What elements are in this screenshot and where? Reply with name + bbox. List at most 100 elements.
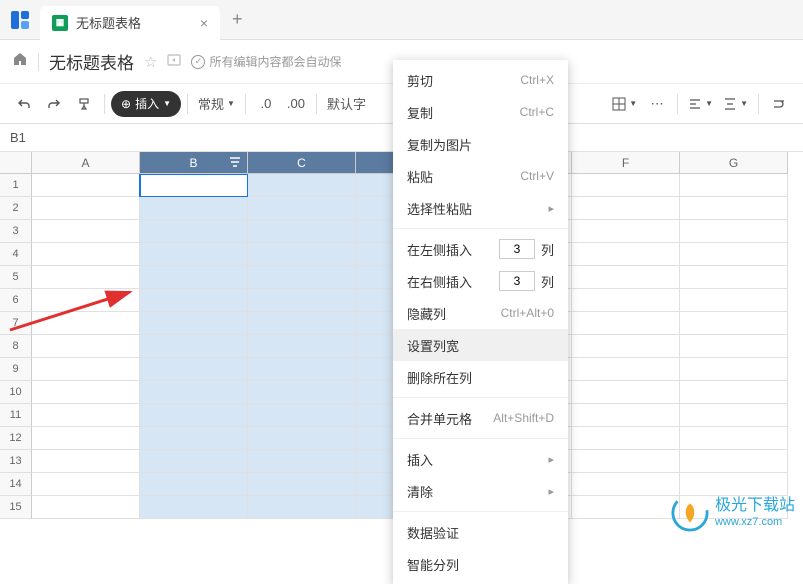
cm-set-column-width[interactable]: 设置列宽 [393, 329, 568, 361]
cell[interactable] [140, 266, 248, 289]
cell[interactable] [572, 358, 680, 381]
cell[interactable] [572, 496, 680, 519]
cell[interactable] [32, 243, 140, 266]
cm-smart-split[interactable]: 智能分列 [393, 548, 568, 580]
cell[interactable] [680, 312, 788, 335]
cm-copy-as-image[interactable]: 复制为图片 [393, 128, 568, 160]
cell[interactable] [248, 266, 356, 289]
row-header[interactable]: 15 [0, 496, 32, 519]
tab-active[interactable]: ▦ 无标题表格 × [40, 6, 220, 40]
column-header[interactable]: C [248, 152, 356, 174]
increase-decimal-button[interactable]: .00 [282, 90, 310, 118]
cell[interactable] [248, 312, 356, 335]
font-dropdown[interactable]: 默认字 [323, 90, 370, 118]
cell[interactable] [572, 473, 680, 496]
cell[interactable] [572, 197, 680, 220]
cell[interactable] [32, 312, 140, 335]
insert-left-count-input[interactable] [499, 239, 535, 259]
cell[interactable] [572, 266, 680, 289]
star-icon[interactable]: ☆ [144, 53, 157, 71]
cell[interactable] [248, 289, 356, 312]
row-header[interactable]: 4 [0, 243, 32, 266]
cell[interactable] [572, 450, 680, 473]
column-header[interactable]: B [140, 152, 248, 174]
home-icon[interactable] [12, 51, 28, 72]
row-header[interactable]: 2 [0, 197, 32, 220]
cell[interactable] [32, 473, 140, 496]
cell[interactable] [32, 427, 140, 450]
column-header[interactable]: A [32, 152, 140, 174]
undo-button[interactable] [10, 90, 38, 118]
cm-paste[interactable]: 粘贴 Ctrl+V [393, 160, 568, 192]
cell[interactable] [680, 243, 788, 266]
document-title[interactable]: 无标题表格 [49, 49, 134, 74]
cm-hide-column[interactable]: 隐藏列 Ctrl+Alt+0 [393, 297, 568, 329]
cell[interactable] [140, 358, 248, 381]
cell[interactable] [140, 381, 248, 404]
column-header[interactable]: F [572, 152, 680, 174]
cm-insert-submenu[interactable]: 插入 ▸ [393, 443, 568, 475]
cell[interactable] [32, 174, 140, 197]
row-header[interactable]: 10 [0, 381, 32, 404]
cell[interactable] [140, 450, 248, 473]
cm-cut[interactable]: 剪切 Ctrl+X [393, 64, 568, 96]
cell[interactable] [572, 289, 680, 312]
borders-button[interactable]: ▼ [608, 90, 641, 118]
cm-insert-left[interactable]: 在左侧插入 列 [393, 233, 568, 265]
row-header[interactable]: 6 [0, 289, 32, 312]
cell[interactable] [680, 220, 788, 243]
new-tab-button[interactable]: + [232, 9, 243, 30]
cm-delete-column[interactable]: 删除所在列 [393, 361, 568, 393]
share-arrow-icon[interactable] [167, 54, 181, 69]
cell[interactable] [140, 473, 248, 496]
cell[interactable] [32, 450, 140, 473]
valign-button[interactable]: ▼ [719, 90, 752, 118]
cell[interactable] [572, 174, 680, 197]
row-header[interactable]: 3 [0, 220, 32, 243]
cell[interactable] [572, 404, 680, 427]
cell[interactable] [572, 220, 680, 243]
more-button[interactable]: ⋯ [643, 90, 671, 118]
cell[interactable] [140, 427, 248, 450]
cm-clear-submenu[interactable]: 清除 ▸ [393, 475, 568, 507]
cell[interactable] [680, 404, 788, 427]
cell[interactable] [248, 197, 356, 220]
cell[interactable] [248, 174, 356, 197]
cell[interactable] [140, 404, 248, 427]
insert-button[interactable]: ⊕ 插入 ▼ [111, 91, 181, 117]
cell[interactable] [572, 243, 680, 266]
cm-insert-right[interactable]: 在右侧插入 列 [393, 265, 568, 297]
cell[interactable] [140, 197, 248, 220]
cell[interactable] [680, 473, 788, 496]
row-header[interactable]: 14 [0, 473, 32, 496]
cm-paste-special[interactable]: 选择性粘贴 ▸ [393, 192, 568, 224]
cell[interactable] [680, 174, 788, 197]
cell[interactable] [680, 381, 788, 404]
format-painter-button[interactable] [70, 90, 98, 118]
cell[interactable] [248, 243, 356, 266]
cell[interactable] [572, 312, 680, 335]
cell[interactable] [680, 197, 788, 220]
cell[interactable] [140, 174, 248, 197]
cell[interactable] [248, 404, 356, 427]
cell[interactable] [140, 289, 248, 312]
decrease-decimal-button[interactable]: .0 [252, 90, 280, 118]
halign-button[interactable]: ▼ [684, 90, 717, 118]
close-icon[interactable]: × [200, 15, 208, 31]
cell[interactable] [248, 381, 356, 404]
cell[interactable] [680, 450, 788, 473]
cm-merge-cells[interactable]: 合并单元格 Alt+Shift+D [393, 402, 568, 434]
cell[interactable] [572, 381, 680, 404]
cell[interactable] [32, 220, 140, 243]
cell[interactable] [140, 220, 248, 243]
cell[interactable] [572, 335, 680, 358]
cell[interactable] [140, 335, 248, 358]
cell[interactable] [32, 289, 140, 312]
redo-button[interactable] [40, 90, 68, 118]
cell[interactable] [248, 220, 356, 243]
insert-right-count-input[interactable] [499, 271, 535, 291]
row-header[interactable]: 5 [0, 266, 32, 289]
cell[interactable] [248, 358, 356, 381]
column-header[interactable]: G [680, 152, 788, 174]
cell[interactable] [32, 381, 140, 404]
